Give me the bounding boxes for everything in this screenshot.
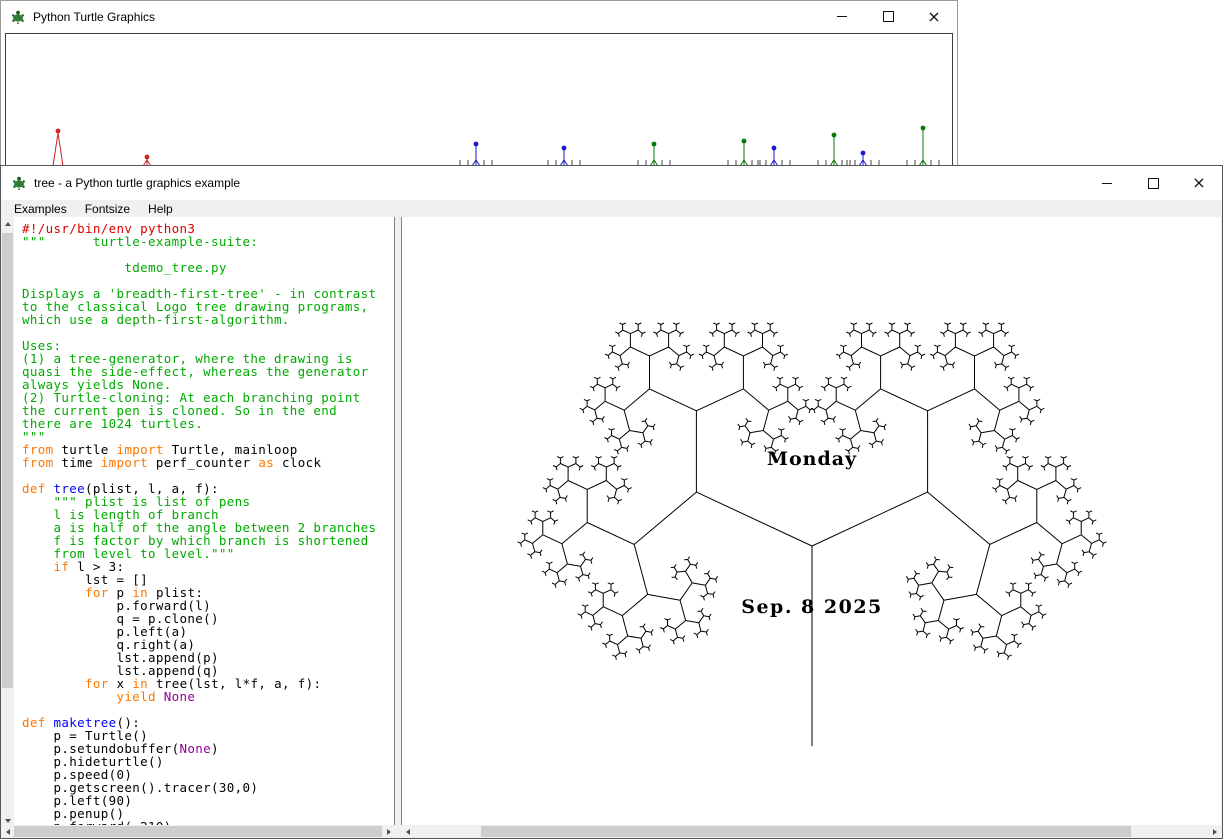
minimize-icon — [837, 16, 847, 17]
fg-close-button[interactable]: × — [1176, 166, 1222, 200]
fg-window-title: tree - a Python turtle graphics example — [34, 176, 1084, 190]
maximize-icon — [883, 11, 894, 22]
menubar: Examples Fontsize Help — [1, 200, 1222, 218]
minimize-icon — [1102, 183, 1112, 184]
scroll-right-icon — [1213, 829, 1217, 835]
scroll-down-icon — [5, 819, 11, 823]
code-view[interactable]: #!/usr/bin/env python3""" turtle-example… — [14, 217, 394, 827]
canvas-hscrollbar[interactable] — [401, 825, 1221, 838]
menu-help[interactable]: Help — [139, 202, 182, 216]
code-hscroll-thumb[interactable] — [14, 826, 382, 837]
fg-maximize-button[interactable] — [1130, 166, 1176, 200]
code-vscrollbar[interactable] — [1, 217, 14, 827]
code-hscrollbar[interactable] — [1, 825, 395, 838]
bg-maximize-button[interactable] — [865, 1, 911, 32]
maximize-icon — [1148, 178, 1159, 189]
scroll-right-button[interactable] — [1208, 825, 1221, 838]
code-vscroll-thumb[interactable] — [2, 233, 13, 688]
canvas-hscroll-thumb[interactable] — [481, 826, 1131, 837]
bg-canvas-drawing — [6, 34, 953, 168]
scroll-left-button[interactable] — [1, 825, 14, 838]
scroll-left-button[interactable] — [401, 825, 414, 838]
scroll-left-icon — [6, 829, 10, 835]
bg-close-button[interactable]: × — [911, 1, 957, 32]
menu-examples[interactable]: Examples — [5, 202, 76, 216]
scroll-right-button[interactable] — [382, 825, 395, 838]
turtle-icon — [10, 9, 26, 25]
tree-demo-window: tree - a Python turtle graphics example … — [0, 165, 1223, 839]
scroll-up-button[interactable] — [1, 217, 14, 230]
bg-titlebar[interactable]: Python Turtle Graphics × — [1, 1, 957, 32]
code-pane: #!/usr/bin/env python3""" turtle-example… — [1, 217, 395, 827]
menu-fontsize[interactable]: Fontsize — [76, 202, 139, 216]
bg-minimize-button[interactable] — [819, 1, 865, 32]
fractal-tree-drawing: Monday Sep. 8 2025 — [402, 217, 1221, 827]
fg-titlebar[interactable]: tree - a Python turtle graphics example … — [1, 166, 1222, 200]
scroll-left-icon — [406, 829, 410, 835]
fg-minimize-button[interactable] — [1084, 166, 1130, 200]
svg-text:Sep. 8 2025: Sep. 8 2025 — [741, 596, 883, 618]
scroll-up-icon — [5, 222, 11, 226]
svg-text:Monday: Monday — [767, 448, 857, 470]
turtle-icon — [11, 175, 27, 191]
bg-window-title: Python Turtle Graphics — [33, 10, 819, 24]
scroll-right-icon — [387, 829, 391, 835]
drawing-canvas: Monday Sep. 8 2025 — [401, 217, 1221, 827]
